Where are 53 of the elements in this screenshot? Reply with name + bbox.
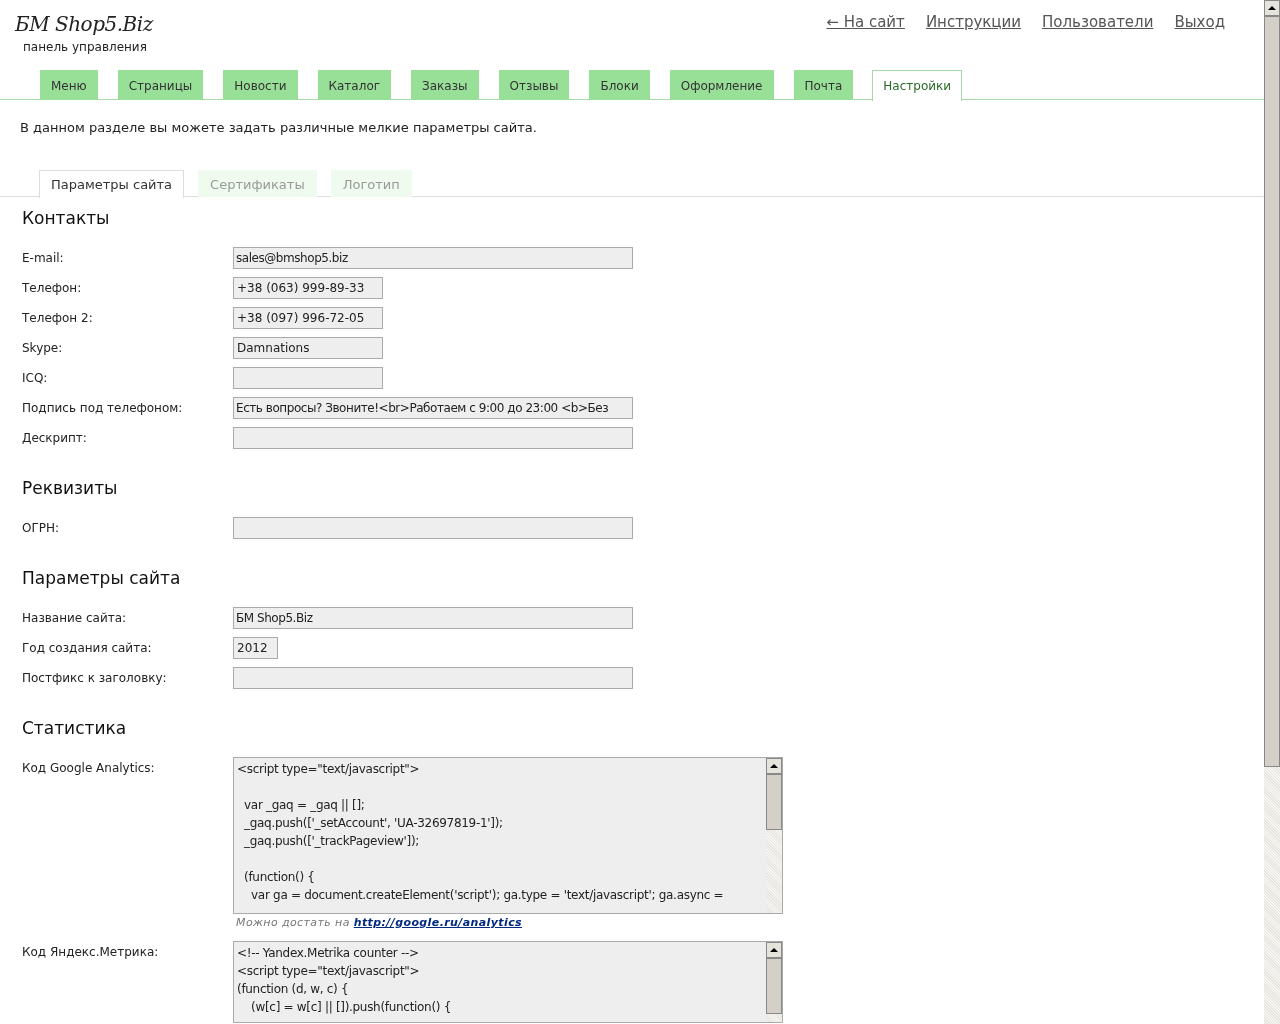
- field-label: Постфикс к заголовку:: [22, 670, 168, 687]
- nav-tab[interactable]: Отзывы: [498, 70, 570, 100]
- field-label: Телефон:: [22, 280, 83, 297]
- field-label: ICQ:: [22, 370, 49, 387]
- site-subtitle: панель управления: [23, 40, 148, 54]
- field-label: Код Google Analytics:: [22, 760, 156, 777]
- input-field[interactable]: [233, 517, 633, 539]
- field-label: Телефон 2:: [22, 310, 94, 327]
- nav-tab[interactable]: Новости: [223, 70, 298, 100]
- field-label: Skype:: [22, 340, 64, 357]
- hint-text: Можно достать на http://google.ru/analytics: [236, 916, 524, 929]
- page-scrollbar[interactable]: [1264, 0, 1280, 1024]
- field-label: E-mail:: [22, 250, 65, 267]
- input-field[interactable]: [233, 667, 633, 689]
- section-heading: Статистика: [22, 717, 128, 740]
- nav-tab[interactable]: Настройки: [872, 70, 963, 101]
- field-label: Код Яндекс.Метрика:: [22, 944, 160, 961]
- input-field[interactable]: Damnations: [233, 337, 383, 359]
- scrollbar[interactable]: [766, 942, 782, 1022]
- site-logo: БМ Shop5.Biz: [15, 12, 153, 36]
- header-link[interactable]: Пользователи: [1042, 13, 1154, 31]
- input-field[interactable]: +38 (097) 996-72-05: [233, 307, 383, 329]
- header-link[interactable]: Инструкции: [925, 13, 1022, 31]
- code-field[interactable]: <!-- Yandex.Metrika counter --> <script type="text/javascript"> (function (d, w, c) { (w[c] = w[c] || []).push(function() {: [233, 941, 783, 1023]
- section-tab[interactable]: Параметры сайта: [39, 170, 185, 198]
- field-label: Подпись под телефоном:: [22, 400, 184, 417]
- nav-tab[interactable]: Меню: [40, 70, 98, 100]
- field-label: Дескрипт:: [22, 430, 88, 447]
- code-field[interactable]: <script type="text/javascript"> var _gaq = _gaq || []; _gaq.push(['_setAccount', 'UA-32697819-1']); _gaq.push(['_trackPageview']); (function() { var ga = document.createElement('script'); ga.type = 'text/javascript'; ga.async =: [233, 757, 783, 914]
- section-heading: Параметры сайта: [22, 567, 182, 590]
- field-label: ОГРН:: [22, 520, 61, 537]
- input-field[interactable]: 2012: [233, 637, 278, 659]
- intro-text: В данном разделе вы можете задать различные мелкие параметры сайта.: [20, 120, 537, 135]
- nav-tab[interactable]: Почта: [793, 70, 854, 100]
- field-label: Название сайта:: [22, 610, 128, 627]
- input-field[interactable]: [233, 367, 383, 389]
- scrollbar[interactable]: [766, 758, 782, 913]
- header-link[interactable]: ← На сайт: [826, 13, 905, 31]
- input-field[interactable]: sales@bmshop5.biz: [233, 247, 633, 269]
- section-heading: Контакты: [22, 207, 111, 230]
- nav-tab[interactable]: Страницы: [117, 70, 204, 100]
- nav-tab[interactable]: Каталог: [317, 70, 392, 100]
- field-label: Год создания сайта:: [22, 640, 153, 657]
- nav-tab[interactable]: Блоки: [589, 70, 650, 100]
- hint-link[interactable]: http://google.ru/analytics: [353, 916, 523, 929]
- input-field[interactable]: БМ Shop5.Biz: [233, 607, 633, 629]
- header-link[interactable]: Выход: [1174, 13, 1225, 31]
- nav-tab[interactable]: Заказы: [411, 70, 479, 100]
- nav-tab[interactable]: Оформление: [669, 70, 774, 100]
- input-field[interactable]: +38 (063) 999-89-33: [233, 277, 383, 299]
- input-field[interactable]: [233, 427, 633, 449]
- input-field[interactable]: Есть вопросы? Звоните!<br>Работаем с 9:00 до 23:00 <b>Без: [233, 397, 633, 419]
- section-heading: Реквизиты: [22, 477, 119, 500]
